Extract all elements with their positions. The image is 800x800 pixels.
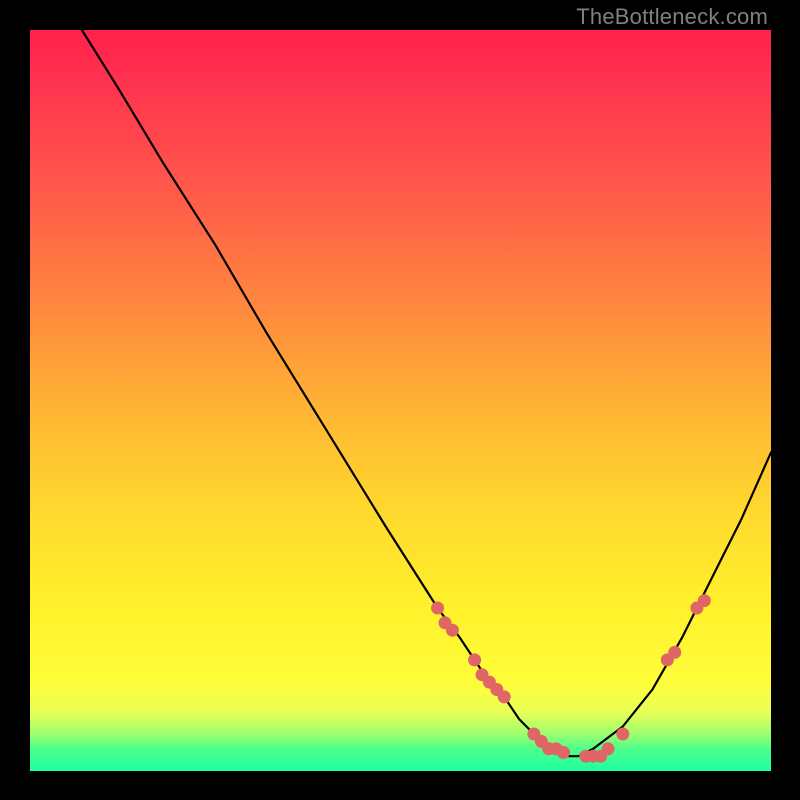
marker-dot	[616, 728, 629, 741]
watermark-text: TheBottleneck.com	[576, 4, 768, 30]
chart-svg	[30, 30, 771, 771]
marker-dot	[431, 602, 444, 615]
marker-dot	[468, 653, 481, 666]
marker-dot	[668, 646, 681, 659]
marker-dot	[698, 594, 711, 607]
marker-dot	[498, 690, 511, 703]
curve-markers	[431, 594, 711, 763]
bottleneck-curve	[82, 30, 771, 756]
chart-plot-area	[30, 30, 771, 771]
marker-dot	[557, 746, 570, 759]
marker-dot	[602, 742, 615, 755]
marker-dot	[446, 624, 459, 637]
